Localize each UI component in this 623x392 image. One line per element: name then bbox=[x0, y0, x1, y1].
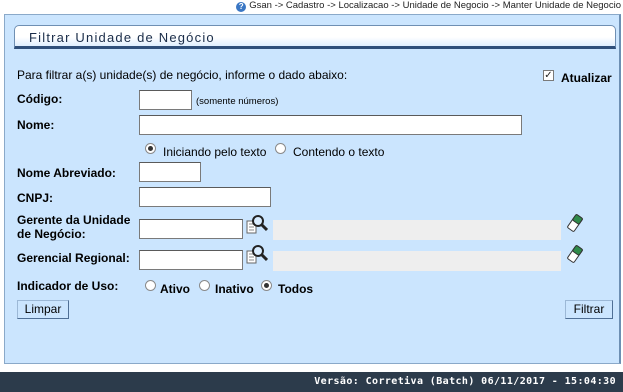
nome-input[interactable] bbox=[139, 115, 522, 135]
radio-contendo[interactable] bbox=[275, 143, 286, 154]
breadcrumb: ? Gsan -> Cadastro -> Localizacao -> Unid… bbox=[0, 0, 623, 12]
atualizar-checkbox[interactable]: ✓ bbox=[543, 70, 554, 81]
radio-inativo[interactable] bbox=[199, 280, 210, 291]
page-title: Filtrar Unidade de Negócio bbox=[29, 30, 215, 45]
filtrar-button[interactable]: Filtrar bbox=[565, 300, 613, 319]
codigo-label: Código: bbox=[17, 92, 63, 106]
gerente-code-input[interactable] bbox=[139, 219, 243, 239]
radio-todos[interactable] bbox=[261, 280, 272, 291]
help-icon[interactable]: ? bbox=[236, 2, 247, 12]
indicador-uso-label: Indicador de Uso: bbox=[17, 279, 119, 293]
cnpj-input[interactable] bbox=[139, 187, 271, 207]
gerente-label-line1: Gerente da Unidade bbox=[17, 213, 131, 227]
limpar-button[interactable]: Limpar bbox=[17, 300, 69, 319]
gerencial-regional-name-field bbox=[273, 251, 561, 271]
radio-iniciando-label: Iniciando pelo texto bbox=[163, 145, 267, 159]
atualizar-label: Atualizar bbox=[561, 71, 612, 85]
filter-panel: Filtrar Unidade de Negócio Para filtrar … bbox=[4, 14, 621, 364]
nome-label: Nome: bbox=[17, 118, 55, 132]
cnpj-label: CNPJ: bbox=[17, 191, 54, 205]
radio-todos-label: Todos bbox=[278, 282, 314, 296]
radio-ativo[interactable] bbox=[145, 280, 156, 291]
gerente-search-icon[interactable] bbox=[246, 214, 268, 236]
nome-abreviado-input[interactable] bbox=[139, 162, 201, 182]
instruction-text: Para filtrar a(s) unidade(s) de negócio,… bbox=[17, 68, 348, 82]
radio-contendo-label: Contendo o texto bbox=[293, 145, 385, 159]
title-bar: Filtrar Unidade de Negócio bbox=[14, 25, 616, 49]
version-footer: Versão: Corretiva (Batch) 06/11/2017 - 1… bbox=[0, 372, 623, 392]
breadcrumb-text[interactable]: Gsan -> Cadastro -> Localizacao -> Unida… bbox=[249, 0, 621, 11]
nome-abreviado-label: Nome Abreviado: bbox=[17, 166, 116, 180]
gerente-name-field bbox=[273, 220, 561, 240]
radio-ativo-label: Ativo bbox=[160, 282, 190, 296]
gerencial-regional-clear-eraser-icon[interactable] bbox=[567, 245, 583, 263]
radio-iniciando[interactable] bbox=[145, 143, 156, 154]
gerencial-regional-code-input[interactable] bbox=[139, 250, 243, 270]
gerente-label-line2: de Negócio: bbox=[17, 227, 86, 241]
gerencial-regional-label: Gerencial Regional: bbox=[17, 251, 130, 265]
codigo-hint: (somente números) bbox=[196, 96, 279, 107]
gerencial-regional-search-icon[interactable] bbox=[246, 244, 268, 266]
codigo-input[interactable] bbox=[139, 90, 192, 110]
radio-inativo-label: Inativo bbox=[215, 282, 254, 296]
gerente-clear-eraser-icon[interactable] bbox=[567, 214, 583, 232]
